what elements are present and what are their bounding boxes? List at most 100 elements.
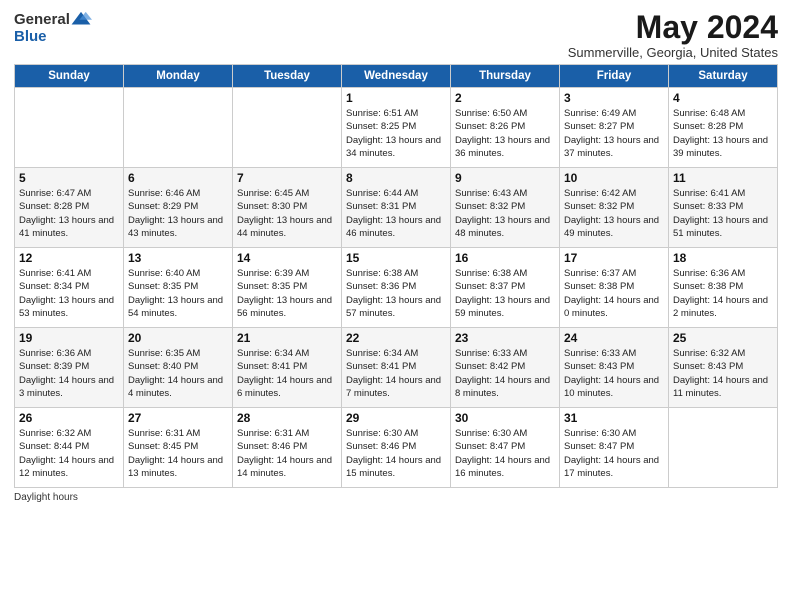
day-info: Sunrise: 6:34 AM Sunset: 8:41 PM Dayligh…: [346, 347, 446, 400]
calendar-cell: 24 Sunrise: 6:33 AM Sunset: 8:43 PM Dayli…: [560, 328, 669, 408]
day-number: 22: [346, 331, 446, 345]
calendar-cell: 9 Sunrise: 6:43 AM Sunset: 8:32 PM Daylig…: [451, 168, 560, 248]
day-number: 31: [564, 411, 664, 425]
col-wednesday: Wednesday: [342, 65, 451, 88]
calendar-cell: [669, 408, 778, 488]
day-number: 7: [237, 171, 337, 185]
day-info: Sunrise: 6:31 AM Sunset: 8:46 PM Dayligh…: [237, 427, 337, 480]
calendar-week-row: 26 Sunrise: 6:32 AM Sunset: 8:44 PM Dayli…: [15, 408, 778, 488]
day-number: 2: [455, 91, 555, 105]
calendar-cell: 13 Sunrise: 6:40 AM Sunset: 8:35 PM Dayli…: [124, 248, 233, 328]
calendar-cell: 2 Sunrise: 6:50 AM Sunset: 8:26 PM Daylig…: [451, 88, 560, 168]
day-info: Sunrise: 6:37 AM Sunset: 8:38 PM Dayligh…: [564, 267, 664, 320]
calendar-cell: 12 Sunrise: 6:41 AM Sunset: 8:34 PM Dayli…: [15, 248, 124, 328]
day-info: Sunrise: 6:43 AM Sunset: 8:32 PM Dayligh…: [455, 187, 555, 240]
calendar-cell: 31 Sunrise: 6:30 AM Sunset: 8:47 PM Dayli…: [560, 408, 669, 488]
day-number: 23: [455, 331, 555, 345]
calendar-cell: 4Sunrise: 6:48 AM Sunset: 8:28 PM Daylig…: [669, 88, 778, 168]
day-info: Sunrise: 6:38 AM Sunset: 8:36 PM Dayligh…: [346, 267, 446, 320]
day-info: Sunrise: 6:30 AM Sunset: 8:47 PM Dayligh…: [564, 427, 664, 480]
day-info: Sunrise: 6:30 AM Sunset: 8:47 PM Dayligh…: [455, 427, 555, 480]
day-number: 19: [19, 331, 119, 345]
day-number: 11: [673, 171, 773, 185]
day-info: Sunrise: 6:50 AM Sunset: 8:26 PM Dayligh…: [455, 107, 555, 160]
day-info: Sunrise: 6:48 AM Sunset: 8:28 PM Dayligh…: [673, 107, 773, 160]
day-number: 3: [564, 91, 664, 105]
day-number: 18: [673, 251, 773, 265]
day-number: 20: [128, 331, 228, 345]
calendar-cell: 6 Sunrise: 6:46 AM Sunset: 8:29 PM Daylig…: [124, 168, 233, 248]
location-subtitle: Summerville, Georgia, United States: [568, 45, 778, 60]
calendar-cell: 27 Sunrise: 6:31 AM Sunset: 8:45 PM Dayli…: [124, 408, 233, 488]
calendar-table: Sunday Monday Tuesday Wednesday Thursday…: [14, 64, 778, 488]
day-number: 12: [19, 251, 119, 265]
day-info: Sunrise: 6:44 AM Sunset: 8:31 PM Dayligh…: [346, 187, 446, 240]
calendar-cell: [15, 88, 124, 168]
day-info: Sunrise: 6:41 AM Sunset: 8:33 PM Dayligh…: [673, 187, 773, 240]
logo-blue-text: Blue: [14, 28, 47, 45]
calendar-cell: 16 Sunrise: 6:38 AM Sunset: 8:37 PM Dayli…: [451, 248, 560, 328]
calendar-cell: 5 Sunrise: 6:47 AM Sunset: 8:28 PM Daylig…: [15, 168, 124, 248]
day-number: 16: [455, 251, 555, 265]
calendar-cell: 21 Sunrise: 6:34 AM Sunset: 8:41 PM Dayli…: [233, 328, 342, 408]
page-container: General Blue May 2024 Summerville, Georg…: [0, 0, 792, 511]
day-info: Sunrise: 6:45 AM Sunset: 8:30 PM Dayligh…: [237, 187, 337, 240]
day-info: Sunrise: 6:32 AM Sunset: 8:43 PM Dayligh…: [673, 347, 773, 400]
day-number: 6: [128, 171, 228, 185]
calendar-cell: 25 Sunrise: 6:32 AM Sunset: 8:43 PM Dayli…: [669, 328, 778, 408]
calendar-week-row: 1Sunrise: 6:51 AM Sunset: 8:25 PM Daylig…: [15, 88, 778, 168]
calendar-cell: 8Sunrise: 6:44 AM Sunset: 8:31 PM Daylig…: [342, 168, 451, 248]
calendar-week-row: 12 Sunrise: 6:41 AM Sunset: 8:34 PM Dayli…: [15, 248, 778, 328]
calendar-cell: 30 Sunrise: 6:30 AM Sunset: 8:47 PM Dayli…: [451, 408, 560, 488]
calendar-cell: 7 Sunrise: 6:45 AM Sunset: 8:30 PM Daylig…: [233, 168, 342, 248]
day-info: Sunrise: 6:47 AM Sunset: 8:28 PM Dayligh…: [19, 187, 119, 240]
title-block: May 2024 Summerville, Georgia, United St…: [568, 10, 778, 60]
day-info: Sunrise: 6:35 AM Sunset: 8:40 PM Dayligh…: [128, 347, 228, 400]
calendar-header-row: Sunday Monday Tuesday Wednesday Thursday…: [15, 65, 778, 88]
day-info: Sunrise: 6:32 AM Sunset: 8:44 PM Dayligh…: [19, 427, 119, 480]
day-info: Sunrise: 6:34 AM Sunset: 8:41 PM Dayligh…: [237, 347, 337, 400]
day-number: 1: [346, 91, 446, 105]
day-info: Sunrise: 6:40 AM Sunset: 8:35 PM Dayligh…: [128, 267, 228, 320]
logo-icon: [70, 10, 92, 28]
day-number: 21: [237, 331, 337, 345]
day-info: Sunrise: 6:36 AM Sunset: 8:38 PM Dayligh…: [673, 267, 773, 320]
calendar-cell: 10Sunrise: 6:42 AM Sunset: 8:32 PM Dayli…: [560, 168, 669, 248]
day-number: 10: [564, 171, 664, 185]
day-info: Sunrise: 6:33 AM Sunset: 8:43 PM Dayligh…: [564, 347, 664, 400]
day-info: Sunrise: 6:49 AM Sunset: 8:27 PM Dayligh…: [564, 107, 664, 160]
day-number: 13: [128, 251, 228, 265]
day-info: Sunrise: 6:38 AM Sunset: 8:37 PM Dayligh…: [455, 267, 555, 320]
col-friday: Friday: [560, 65, 669, 88]
calendar-cell: 15Sunrise: 6:38 AM Sunset: 8:36 PM Dayli…: [342, 248, 451, 328]
day-number: 26: [19, 411, 119, 425]
day-number: 25: [673, 331, 773, 345]
col-sunday: Sunday: [15, 65, 124, 88]
day-info: Sunrise: 6:30 AM Sunset: 8:46 PM Dayligh…: [346, 427, 446, 480]
day-info: Sunrise: 6:41 AM Sunset: 8:34 PM Dayligh…: [19, 267, 119, 320]
col-saturday: Saturday: [669, 65, 778, 88]
day-number: 27: [128, 411, 228, 425]
calendar-cell: 29Sunrise: 6:30 AM Sunset: 8:46 PM Dayli…: [342, 408, 451, 488]
calendar-cell: 19 Sunrise: 6:36 AM Sunset: 8:39 PM Dayli…: [15, 328, 124, 408]
day-number: 24: [564, 331, 664, 345]
day-info: Sunrise: 6:33 AM Sunset: 8:42 PM Dayligh…: [455, 347, 555, 400]
logo: General Blue: [14, 10, 92, 46]
col-tuesday: Tuesday: [233, 65, 342, 88]
calendar-cell: [233, 88, 342, 168]
day-number: 5: [19, 171, 119, 185]
calendar-week-row: 5 Sunrise: 6:47 AM Sunset: 8:28 PM Daylig…: [15, 168, 778, 248]
day-number: 30: [455, 411, 555, 425]
calendar-cell: [124, 88, 233, 168]
day-number: 14: [237, 251, 337, 265]
day-info: Sunrise: 6:46 AM Sunset: 8:29 PM Dayligh…: [128, 187, 228, 240]
calendar-cell: 23 Sunrise: 6:33 AM Sunset: 8:42 PM Dayli…: [451, 328, 560, 408]
day-info: Sunrise: 6:31 AM Sunset: 8:45 PM Dayligh…: [128, 427, 228, 480]
calendar-cell: 11 Sunrise: 6:41 AM Sunset: 8:33 PM Dayli…: [669, 168, 778, 248]
col-monday: Monday: [124, 65, 233, 88]
day-number: 9: [455, 171, 555, 185]
day-info: Sunrise: 6:36 AM Sunset: 8:39 PM Dayligh…: [19, 347, 119, 400]
month-title: May 2024: [568, 10, 778, 45]
header: General Blue May 2024 Summerville, Georg…: [14, 10, 778, 60]
logo-general-text: General: [14, 11, 70, 28]
